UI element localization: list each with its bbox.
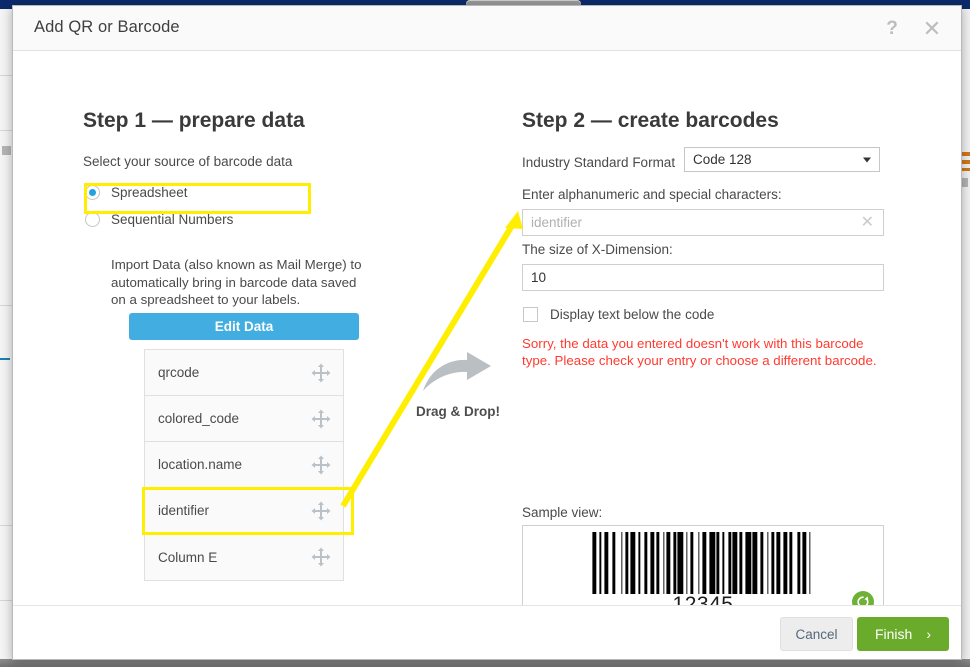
field-list-item-identifier[interactable]: identifier bbox=[145, 488, 343, 534]
app-left-glyph bbox=[2, 146, 11, 155]
field-label: Column E bbox=[158, 549, 218, 565]
radio-option-spreadsheet[interactable]: Spreadsheet bbox=[85, 180, 188, 204]
chevron-right-icon: › bbox=[926, 626, 932, 642]
step1-title: Step 1 — prepare data bbox=[83, 109, 305, 132]
field-label: identifier bbox=[158, 503, 210, 518]
barcode-data-input[interactable]: identifier ✕ bbox=[522, 209, 884, 236]
move-handle-icon[interactable] bbox=[311, 363, 331, 383]
barcode-bars bbox=[592, 532, 814, 594]
close-icon[interactable]: ✕ bbox=[919, 18, 945, 42]
move-handle-icon[interactable] bbox=[311, 409, 331, 429]
chevron-down-icon bbox=[863, 157, 871, 162]
source-label: Select your source of barcode data bbox=[83, 154, 293, 169]
dialog-footer: Cancel Finish › bbox=[13, 605, 961, 659]
field-list: qrcode colored_code location.name identi… bbox=[144, 349, 344, 581]
field-list-item-colored-code[interactable]: colored_code bbox=[145, 396, 343, 442]
radio-label-sequential-numbers: Sequential Numbers bbox=[111, 211, 234, 227]
field-label: qrcode bbox=[158, 365, 200, 380]
dialog-titlebar: Add QR or Barcode ? ✕ bbox=[13, 6, 961, 51]
edit-data-button[interactable]: Edit Data bbox=[129, 313, 359, 340]
move-handle-icon[interactable] bbox=[311, 501, 331, 521]
move-handle-icon[interactable] bbox=[311, 547, 331, 567]
industry-standard-format-select[interactable]: Code 128 bbox=[684, 147, 880, 172]
radio-icon-sequential-numbers bbox=[85, 211, 100, 227]
field-label: location.name bbox=[158, 457, 243, 472]
checkbox-icon-display-text[interactable] bbox=[523, 307, 538, 322]
barcode-data-value: identifier bbox=[531, 215, 583, 230]
radio-option-sequential-numbers[interactable]: Sequential Numbers bbox=[85, 207, 233, 231]
step2-title: Step 2 — create barcodes bbox=[522, 109, 779, 132]
clear-icon[interactable]: ✕ bbox=[861, 214, 874, 231]
radio-icon-spreadsheet bbox=[85, 184, 100, 200]
field-list-item-qrcode[interactable]: qrcode bbox=[145, 350, 343, 396]
drag-drop-label: Drag & Drop! bbox=[416, 404, 500, 419]
display-text-label: Display text below the code bbox=[550, 307, 715, 322]
dialog-title: Add QR or Barcode bbox=[34, 18, 180, 36]
cancel-button[interactable]: Cancel bbox=[780, 617, 853, 651]
format-label: Industry Standard Format bbox=[522, 155, 676, 170]
add-barcode-dialog: Add QR or Barcode ? ✕ Step 1 — prepare d… bbox=[12, 5, 962, 660]
drag-drop-arrow-icon bbox=[421, 351, 493, 400]
import-description: Import Data (also known as Mail Merge) t… bbox=[111, 257, 362, 307]
format-selected-value: Code 128 bbox=[693, 152, 752, 167]
error-message: Sorry, the data you entered doesn't work… bbox=[522, 336, 877, 368]
app-statusbar bbox=[0, 659, 970, 667]
finish-button-label: Finish bbox=[874, 626, 913, 642]
x-dimension-value: 10 bbox=[531, 270, 547, 285]
field-label: colored_code bbox=[158, 411, 240, 426]
radio-label-spreadsheet: Spreadsheet bbox=[111, 184, 188, 200]
display-text-checkbox-row[interactable]: Display text below the code bbox=[523, 307, 714, 322]
x-dimension-input[interactable]: 10 bbox=[522, 264, 884, 291]
sample-view-label: Sample view: bbox=[522, 505, 603, 520]
move-handle-icon[interactable] bbox=[311, 455, 331, 475]
enter-characters-label: Enter alphanumeric and special character… bbox=[522, 187, 782, 202]
x-dimension-label: The size of X-Dimension: bbox=[522, 242, 673, 257]
app-left-link bbox=[0, 358, 10, 360]
help-icon[interactable]: ? bbox=[879, 18, 905, 42]
finish-button[interactable]: Finish › bbox=[857, 617, 949, 651]
field-list-item-column-e[interactable]: Column E bbox=[145, 534, 343, 580]
field-list-item-location-name[interactable]: location.name bbox=[145, 442, 343, 488]
dialog-body: Step 1 — prepare data Select your source… bbox=[13, 51, 961, 641]
